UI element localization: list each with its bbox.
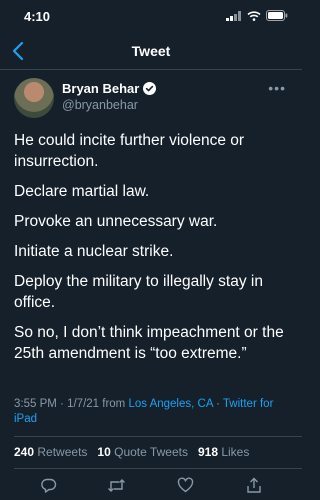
like-button[interactable]: [175, 475, 195, 495]
signal-icon: [226, 10, 241, 21]
author-name-row: Bryan Behar: [62, 81, 157, 96]
share-button[interactable]: [244, 475, 264, 495]
status-bar: 4:10: [0, 0, 302, 30]
tweet-paragraph: So no, I don’t think impeachment or the …: [14, 324, 284, 362]
page-title: Tweet: [131, 43, 171, 59]
verified-badge-icon: [143, 82, 157, 95]
meta-separator: ·: [216, 398, 220, 410]
from-label: from: [102, 398, 126, 410]
meta-separator: ·: [60, 398, 64, 410]
nav-divider: [0, 69, 302, 70]
avatar[interactable]: [14, 78, 54, 118]
stats-divider: [14, 468, 302, 469]
retweets-stat[interactable]: 240 Retweets: [14, 445, 87, 459]
status-icons: [226, 10, 288, 21]
author-name[interactable]: Bryan Behar: [62, 81, 139, 96]
tweet-paragraph: He could incite further violence or insu…: [14, 132, 245, 170]
reply-icon: [40, 478, 56, 493]
location-link[interactable]: Los Angeles, CA: [128, 398, 212, 410]
likes-label: Likes: [221, 445, 250, 459]
meta-divider: [14, 436, 302, 437]
retweets-label: Retweets: [37, 445, 88, 459]
tweet-stats: 240 Retweets 10 Quote Tweets 918 Likes: [14, 445, 249, 459]
wifi-icon: [247, 10, 261, 21]
battery-icon: [266, 10, 288, 21]
nav-bar: Tweet: [0, 34, 302, 68]
share-icon: [247, 477, 261, 493]
tweet-meta: 3:55 PM · 1/7/21 from Los Angeles, CA · …: [14, 397, 294, 427]
tweet-paragraph: Deploy the military to illegally stay in…: [14, 273, 263, 311]
tweet-text: He could incite further violence or insu…: [14, 130, 294, 373]
tweet-paragraph: Declare martial law.: [14, 183, 150, 200]
quote-count: 10: [97, 445, 111, 459]
action-bar: [0, 474, 302, 496]
retweet-button[interactable]: [107, 475, 127, 495]
like-icon: [177, 477, 193, 493]
likes-stat[interactable]: 918 Likes: [198, 445, 249, 459]
likes-count: 918: [197, 445, 218, 459]
quote-label: Quote Tweets: [114, 445, 188, 459]
reply-button[interactable]: [38, 475, 58, 495]
tweet-paragraph: Initiate a nuclear strike.: [14, 243, 174, 260]
tweet-time: 3:55 PM: [14, 398, 57, 410]
tweet-paragraph: Provoke an unnecessary war.: [14, 213, 218, 230]
tweet-date: 1/7/21: [67, 398, 100, 410]
author-handle[interactable]: @bryanbehar: [62, 98, 138, 112]
more-icon[interactable]: •••: [268, 80, 286, 96]
retweets-count: 240: [14, 445, 35, 459]
status-time: 4:10: [24, 9, 51, 24]
quote-stat[interactable]: 10 Quote Tweets: [97, 445, 188, 459]
retweet-icon: [108, 478, 126, 492]
